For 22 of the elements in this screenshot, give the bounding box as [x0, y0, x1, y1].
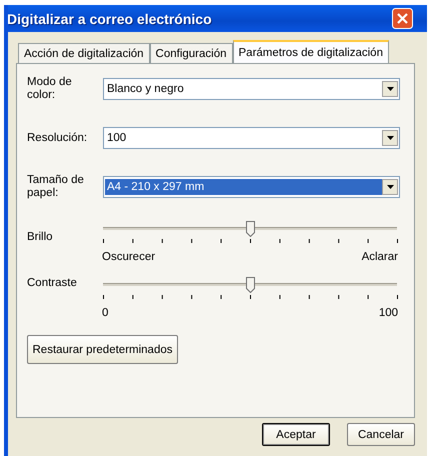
dropdown-field[interactable]: Blanco y negro — [103, 78, 400, 100]
min-label: Oscurecer — [102, 251, 156, 263]
field-label: Tamaño de papel: — [27, 174, 85, 200]
dropdown-value: 100 — [106, 131, 128, 146]
dialog-button[interactable]: Cancelar — [347, 423, 415, 446]
dropdown-value: Blanco y negro — [106, 82, 185, 97]
slider-label: Brillo — [27, 231, 54, 244]
field-label: Resolución: — [27, 132, 88, 144]
dropdown-field[interactable]: 100 — [103, 127, 400, 149]
slider-label: Contraste — [27, 277, 78, 290]
tab[interactable]: Acción de digitalización — [18, 43, 150, 64]
dropdown-field[interactable]: A4 - 210 x 297 mm — [103, 176, 400, 198]
window-title: Digitalizar a correo electrónico — [8, 10, 212, 26]
dropdown-value: A4 - 210 x 297 mm — [105, 179, 382, 195]
max-label: Aclarar — [362, 251, 398, 263]
restore-defaults-button[interactable]: Restaurar predeterminados — [27, 335, 178, 364]
dialog-button[interactable]: Aceptar — [262, 423, 330, 446]
field-label: Modo de color: — [27, 76, 73, 102]
tab[interactable]: Parámetros de digitalización — [232, 40, 389, 64]
min-label: 0 — [102, 307, 108, 319]
max-label: 100 — [378, 307, 398, 319]
tab[interactable]: Configuración — [150, 43, 233, 64]
